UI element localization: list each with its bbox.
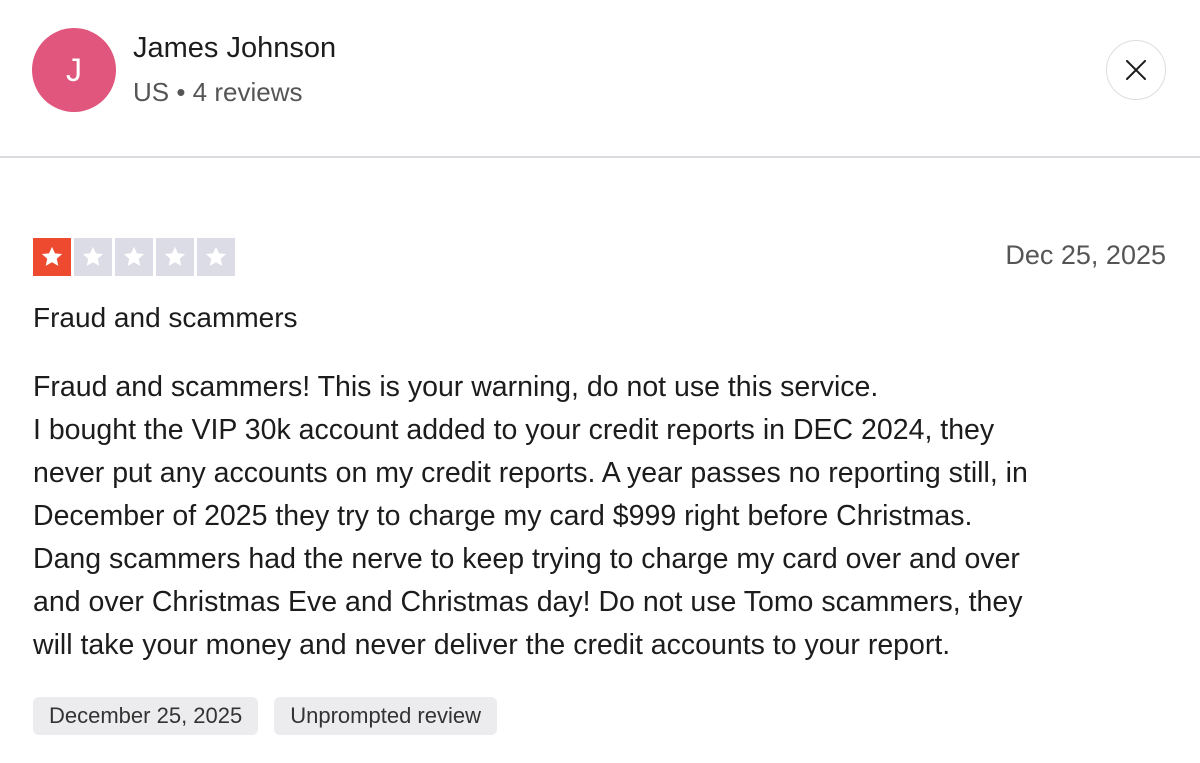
star-empty bbox=[197, 238, 235, 276]
review-body-line: never put any accounts on my credit repo… bbox=[33, 457, 1028, 489]
date-tag: December 25, 2025 bbox=[33, 697, 259, 735]
star-icon bbox=[164, 246, 186, 266]
unprompted-review-tag[interactable]: Unprompted review bbox=[274, 697, 497, 735]
star-icon bbox=[205, 246, 227, 266]
close-icon bbox=[1126, 60, 1146, 80]
review-body-line: will take your money and never deliver t… bbox=[33, 629, 951, 661]
avatar[interactable]: J bbox=[32, 28, 116, 112]
review-body: Fraud and scammers! This is your warning… bbox=[33, 366, 1168, 667]
review-tags: December 25, 2025 Unprompted review bbox=[33, 697, 497, 735]
close-button[interactable] bbox=[1106, 40, 1166, 100]
review-body-line: December of 2025 they try to charge my c… bbox=[33, 500, 973, 532]
review-body-line: Fraud and scammers! This is your warning… bbox=[33, 371, 879, 403]
star-rating bbox=[33, 238, 235, 276]
review-body-line: Dang scammers had the nerve to keep tryi… bbox=[33, 543, 1020, 575]
star-empty bbox=[115, 238, 153, 276]
star-icon bbox=[82, 246, 104, 266]
avatar-initial: J bbox=[66, 51, 82, 88]
star-empty bbox=[156, 238, 194, 276]
reviewer-meta: US • 4 reviews bbox=[133, 77, 303, 107]
review-body-line: and over Christmas Eve and Christmas day… bbox=[33, 586, 1023, 618]
star-icon bbox=[123, 246, 145, 266]
star-icon bbox=[41, 246, 63, 266]
review-modal: J James Johnson US • 4 reviews Dec 25, 2… bbox=[0, 0, 1200, 763]
reviewer-header: J James Johnson US • 4 reviews bbox=[0, 0, 1200, 158]
reviewer-name[interactable]: James Johnson bbox=[133, 30, 336, 66]
review-date: Dec 25, 2025 bbox=[1005, 240, 1166, 270]
star-filled bbox=[33, 238, 71, 276]
review-title: Fraud and scammers bbox=[33, 302, 298, 333]
star-empty bbox=[74, 238, 112, 276]
review-body-line: I bought the VIP 30k account added to yo… bbox=[33, 414, 995, 446]
